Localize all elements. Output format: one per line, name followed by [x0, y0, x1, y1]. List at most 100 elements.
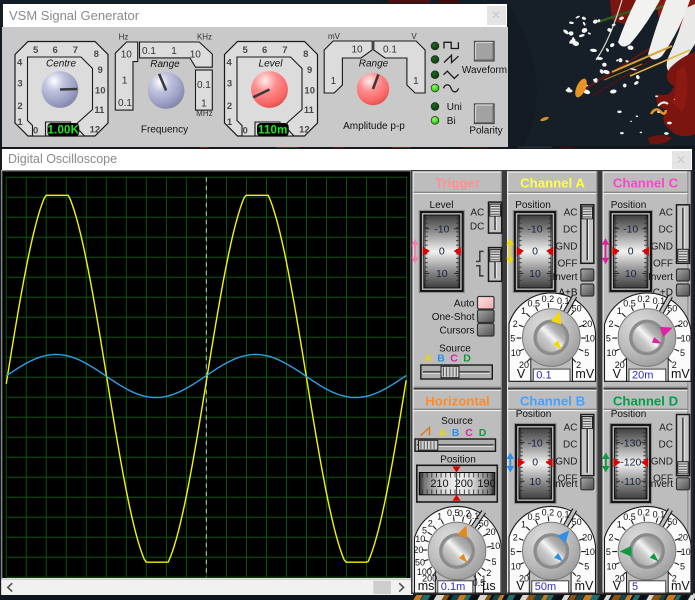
svg-text:5: 5 — [491, 557, 496, 567]
svg-text:Position: Position — [611, 409, 647, 420]
svg-text:5: 5 — [584, 561, 589, 571]
svg-text:12: 12 — [90, 124, 101, 135]
svg-text:Source: Source — [441, 416, 473, 427]
svg-text:10: 10 — [415, 534, 425, 544]
svg-text:A: A — [439, 427, 447, 439]
svg-text:Channel C: Channel C — [613, 175, 679, 190]
svg-text:10: 10 — [304, 85, 315, 96]
svg-text:DC: DC — [470, 222, 484, 233]
svg-text:1: 1 — [17, 117, 23, 128]
svg-text:OFF: OFF — [653, 259, 673, 270]
svg-text:5: 5 — [606, 333, 611, 343]
svg-text:Channel A: Channel A — [520, 175, 585, 190]
svg-text:mV: mV — [671, 367, 690, 381]
svg-text:GND: GND — [555, 457, 577, 468]
svg-text:8: 8 — [303, 49, 308, 60]
svg-text:10: 10 — [606, 348, 616, 358]
svg-text:µs: µs — [482, 579, 495, 593]
svg-text:DC: DC — [563, 225, 577, 236]
svg-text:20: 20 — [413, 545, 423, 555]
svg-text:10: 10 — [625, 268, 637, 280]
svg-text:1: 1 — [617, 519, 622, 529]
svg-text:4: 4 — [227, 58, 233, 69]
svg-text:10: 10 — [511, 561, 521, 571]
svg-text:MHz: MHz — [196, 109, 212, 118]
svg-text:1: 1 — [122, 76, 128, 87]
svg-text:9: 9 — [307, 65, 312, 76]
svg-text:DC: DC — [659, 225, 673, 236]
svg-text:5: 5 — [33, 45, 39, 56]
svg-text:1: 1 — [331, 76, 337, 87]
svg-text:20: 20 — [678, 319, 688, 329]
svg-text:-110: -110 — [621, 476, 641, 488]
svg-text:-120: -120 — [620, 457, 641, 469]
svg-text:Auto: Auto — [454, 298, 475, 309]
svg-text:V: V — [411, 32, 417, 41]
svg-text:Bi: Bi — [447, 116, 456, 127]
svg-text:5: 5 — [632, 581, 638, 593]
svg-text:10: 10 — [681, 547, 691, 557]
svg-text:ms: ms — [418, 579, 435, 593]
svg-text:4: 4 — [17, 58, 23, 69]
svg-text:50: 50 — [415, 557, 425, 567]
svg-text:0.1: 0.1 — [383, 45, 397, 56]
svg-text:2: 2 — [227, 101, 232, 112]
svg-text:B: B — [452, 427, 460, 439]
svg-text:6: 6 — [52, 45, 57, 56]
svg-text:50: 50 — [572, 304, 582, 314]
svg-text:1: 1 — [617, 306, 622, 316]
svg-text:B: B — [437, 353, 445, 365]
svg-text:0.5: 0.5 — [623, 512, 636, 522]
svg-text:Level: Level — [259, 58, 284, 69]
svg-text:2: 2 — [428, 518, 433, 528]
svg-text:0.5: 0.5 — [528, 512, 541, 522]
svg-text:AC: AC — [470, 208, 484, 219]
svg-text:GND: GND — [555, 242, 577, 253]
svg-text:0.1: 0.1 — [557, 510, 570, 520]
svg-text:20: 20 — [582, 319, 592, 329]
svg-text:50: 50 — [667, 304, 677, 314]
svg-text:Position: Position — [440, 455, 476, 466]
svg-text:Waveform: Waveform — [462, 65, 507, 76]
svg-text:200: 200 — [455, 478, 473, 490]
svg-text:0.1: 0.1 — [197, 80, 211, 91]
svg-text:Range: Range — [150, 59, 180, 70]
svg-text:2: 2 — [608, 319, 613, 329]
svg-text:1: 1 — [171, 46, 177, 57]
svg-text:Position: Position — [515, 200, 551, 211]
svg-text:A: A — [424, 353, 432, 365]
svg-text:50: 50 — [572, 517, 582, 527]
svg-text:10: 10 — [606, 561, 616, 571]
svg-text:-10: -10 — [527, 223, 542, 235]
svg-text:GND: GND — [651, 242, 673, 253]
svg-text:5: 5 — [584, 348, 589, 358]
svg-text:Channel B: Channel B — [520, 393, 585, 408]
svg-text:10: 10 — [511, 348, 521, 358]
svg-text:0.2: 0.2 — [542, 294, 555, 304]
svg-text:Invert: Invert — [552, 272, 577, 283]
svg-text:KHz: KHz — [197, 33, 212, 42]
svg-text:5: 5 — [242, 45, 248, 56]
svg-text:Cursors: Cursors — [439, 325, 474, 336]
svg-text:0.1: 0.1 — [557, 296, 570, 306]
svg-text:Position: Position — [516, 409, 552, 420]
svg-text:11: 11 — [94, 105, 105, 116]
svg-text:AC: AC — [564, 423, 578, 434]
svg-text:2: 2 — [486, 568, 491, 578]
svg-text:GND: GND — [651, 457, 673, 468]
svg-text:1: 1 — [521, 519, 526, 529]
svg-text:DC: DC — [659, 440, 673, 451]
svg-text:110m: 110m — [258, 125, 288, 137]
svg-text:0.1: 0.1 — [467, 511, 480, 521]
svg-text:5: 5 — [510, 547, 515, 557]
svg-text:-130: -130 — [620, 437, 641, 449]
svg-text:5: 5 — [422, 525, 427, 535]
svg-text:50: 50 — [667, 517, 677, 527]
svg-text:Invert: Invert — [648, 479, 673, 490]
svg-text:20m: 20m — [632, 369, 653, 381]
svg-text:Hz: Hz — [119, 33, 129, 42]
svg-text:10: 10 — [585, 547, 595, 557]
svg-text:mV: mV — [575, 367, 594, 381]
svg-text:V: V — [516, 579, 525, 593]
svg-text:2: 2 — [608, 532, 613, 542]
